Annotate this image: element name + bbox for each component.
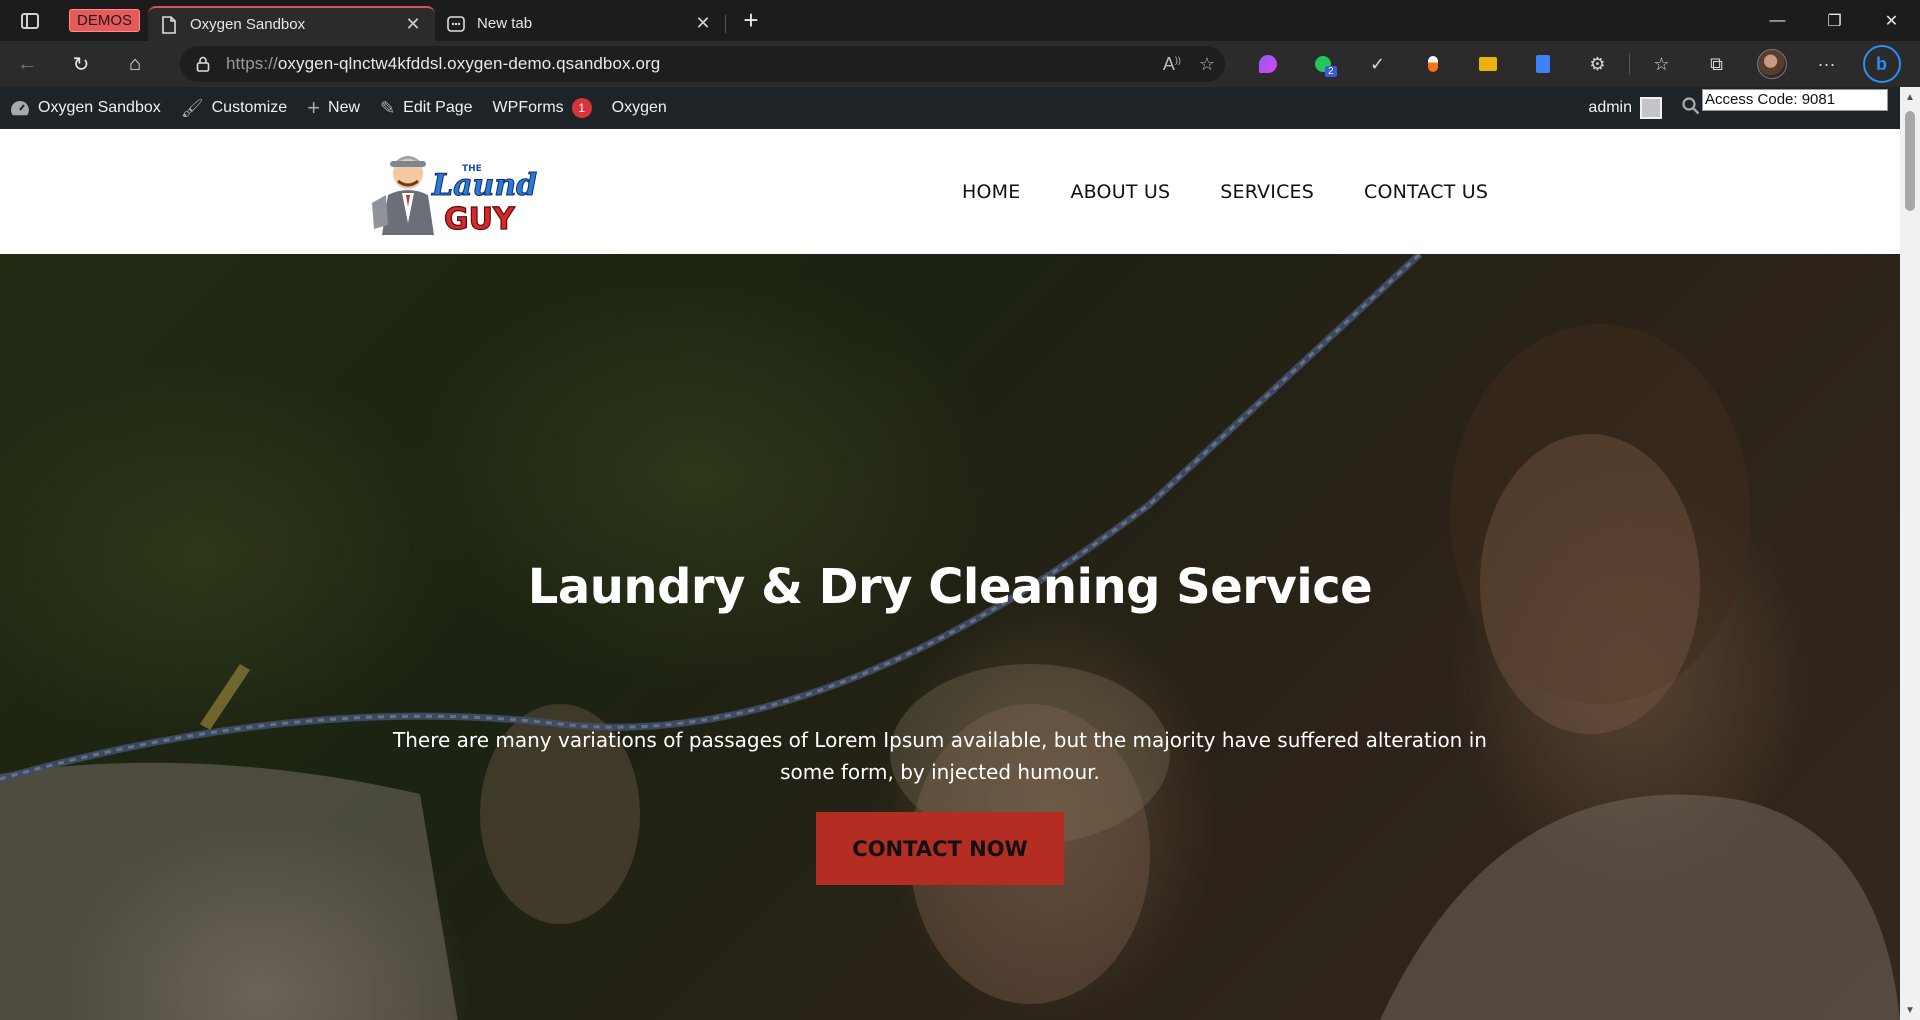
page-icon: [160, 15, 178, 35]
tab-actions-icon: [21, 12, 39, 29]
edit-page-label: Edit Page: [403, 99, 473, 116]
avatar: [1640, 97, 1662, 119]
admin-oxygen[interactable]: Oxygen: [602, 87, 677, 129]
close-tab-icon[interactable]: ✕: [403, 14, 423, 35]
site-name-label: Oxygen Sandbox: [38, 99, 161, 116]
admin-bar-right: admin: [1578, 87, 1710, 129]
plus-icon: +: [307, 95, 321, 120]
tab-oxygen-sandbox[interactable]: Oxygen Sandbox ✕: [148, 6, 436, 41]
site-logo[interactable]: THE Laundry GUY: [368, 143, 573, 239]
tab-title: Oxygen Sandbox: [190, 16, 306, 33]
extension-yellow-icon[interactable]: [1460, 41, 1515, 87]
extension-purple-icon[interactable]: [1240, 41, 1295, 87]
extensions-row: 2 ✓ ⚙ ☆ ⧉ ··· b: [1240, 41, 1909, 87]
site-header: THE Laundry GUY HOME ABOUT US SERVICES C…: [0, 129, 1900, 254]
address-bar[interactable]: https://oxygen-qlnctw4kfddsl.oxygen-demo…: [180, 46, 1225, 82]
tab-group-demos[interactable]: DEMOS: [69, 9, 141, 32]
collections-icon[interactable]: ⧉: [1689, 41, 1744, 87]
url-protocol: https://: [226, 54, 278, 73]
admin-new[interactable]: + New: [297, 87, 370, 129]
admin-edit-page[interactable]: ✎ Edit Page: [370, 87, 482, 129]
tab-actions-button[interactable]: [0, 0, 60, 41]
scrollbar-thumb[interactable]: [1905, 111, 1915, 211]
wpforms-notification-badge: 1: [571, 98, 592, 118]
close-tab-icon[interactable]: ✕: [693, 13, 713, 34]
window-controls: — ❐ ✕: [1749, 0, 1920, 41]
refresh-button[interactable]: ↻: [54, 41, 108, 87]
url-text: https://oxygen-qlnctw4kfddsl.oxygen-demo…: [226, 54, 660, 74]
admin-my-account[interactable]: admin: [1578, 87, 1672, 129]
pencil-icon: ✎: [380, 97, 396, 118]
toolbar-divider: [1629, 53, 1630, 75]
search-icon: [1682, 96, 1700, 120]
laundry-guy-logo-icon: THE Laundry GUY: [372, 156, 573, 238]
lock-icon[interactable]: [180, 56, 226, 72]
hero-title: Laundry & Dry Cleaning Service: [527, 559, 1373, 615]
omnibox-actions: A)) ☆: [1163, 46, 1215, 82]
extension-orange-icon[interactable]: [1405, 41, 1460, 87]
nav-services[interactable]: SERVICES: [1220, 181, 1314, 203]
admin-site-name[interactable]: Oxygen Sandbox: [0, 87, 171, 129]
profile-avatar[interactable]: [1744, 41, 1799, 87]
checkmark-icon[interactable]: ✓: [1350, 41, 1405, 87]
new-tab-button[interactable]: +: [733, 3, 769, 39]
tab-title: New tab: [477, 15, 533, 32]
browser-tab-strip: DEMOS Oxygen Sandbox ✕ New tab ✕ + — ❐ ✕: [0, 0, 1920, 41]
bing-copilot-button[interactable]: b: [1854, 41, 1909, 87]
web-page: THE Laundry GUY HOME ABOUT US SERVICES C…: [0, 129, 1900, 1020]
svg-text:Laundry: Laundry: [431, 168, 538, 203]
oxygen-label: Oxygen: [611, 99, 667, 116]
more-menu-icon[interactable]: ···: [1799, 41, 1854, 87]
url-host: oxygen-qlnctw4kfddsl.oxygen-demo.qsandbo…: [277, 54, 661, 73]
restore-icon[interactable]: ❐: [1806, 0, 1863, 41]
admin-user-label: admin: [1588, 99, 1632, 116]
nav-home[interactable]: HOME: [962, 181, 1020, 203]
extension-blue-icon[interactable]: [1515, 41, 1570, 87]
add-favorite-icon[interactable]: ☆: [1199, 54, 1215, 75]
scroll-down-icon[interactable]: ▼: [1900, 1000, 1920, 1020]
wp-admin-bar: Oxygen Sandbox 🖌 Customize + New ✎ Edit …: [0, 87, 1920, 129]
hero-description: There are many variations of passages of…: [393, 728, 1487, 784]
home-button[interactable]: ⌂: [108, 41, 162, 87]
extension-green-icon[interactable]: 2: [1295, 41, 1350, 87]
wpforms-label: WPForms: [492, 99, 564, 116]
minimize-icon[interactable]: —: [1749, 0, 1806, 41]
admin-customize[interactable]: 🖌 Customize: [171, 87, 297, 129]
nav-about-us[interactable]: ABOUT US: [1070, 181, 1170, 203]
close-window-icon[interactable]: ✕: [1863, 0, 1920, 41]
extensions-puzzle-icon[interactable]: ⚙: [1570, 41, 1625, 87]
read-aloud-icon[interactable]: A)): [1163, 54, 1181, 75]
hero-section: Laundry & Dry Cleaning Service There are…: [0, 254, 1900, 1020]
svg-text:GUY: GUY: [444, 202, 516, 237]
access-code-label: Access Code: 9081: [1702, 89, 1888, 111]
extension-badge: 2: [1325, 66, 1337, 77]
back-button[interactable]: ←: [0, 41, 54, 87]
new-tab-page-icon: [447, 14, 465, 34]
browser-toolbar: ← ↻ ⌂ https://oxygen-qlnctw4kfddsl.oxyge…: [0, 41, 1920, 87]
tab-new-tab[interactable]: New tab ✕: [435, 6, 727, 41]
hero-overlay: [0, 254, 1900, 1020]
scroll-up-icon[interactable]: ▲: [1900, 87, 1920, 107]
admin-wpforms[interactable]: WPForms 1: [483, 87, 602, 129]
new-label: New: [328, 99, 361, 116]
dashboard-icon: [10, 99, 30, 117]
contact-now-button[interactable]: CONTACT NOW: [816, 812, 1064, 885]
avatar: [1756, 49, 1787, 79]
main-navigation: HOME ABOUT US SERVICES CONTACT US: [962, 129, 1488, 254]
customize-label: Customize: [211, 99, 288, 116]
bing-icon: b: [1862, 45, 1901, 83]
nav-contact-us[interactable]: CONTACT US: [1364, 181, 1488, 203]
brush-icon: 🖌: [180, 97, 204, 118]
page-scrollbar[interactable]: ▲ ▼: [1900, 87, 1920, 1020]
favorites-icon[interactable]: ☆: [1634, 41, 1689, 87]
